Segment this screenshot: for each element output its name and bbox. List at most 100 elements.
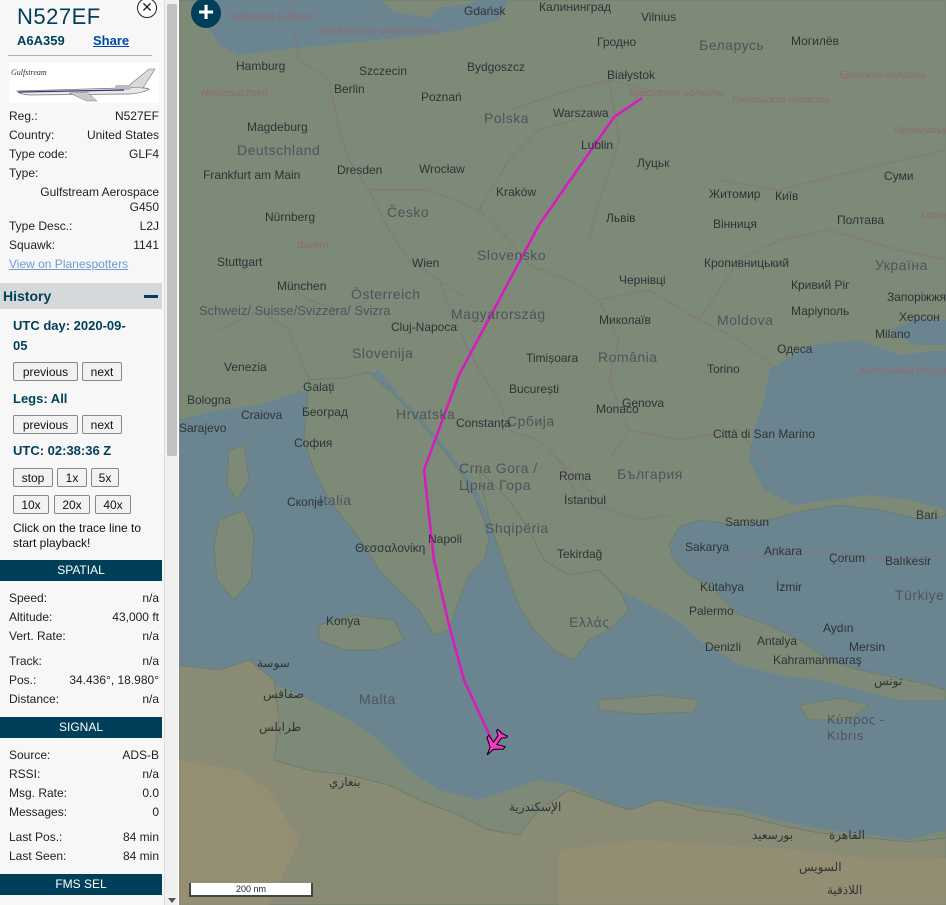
- utc-day-label-line1: UTC day: 2020-09-: [13, 318, 126, 333]
- city-label: София: [294, 436, 333, 450]
- map-view[interactable]: Gdańsk Калининград Vilnius Schleswig-Hol…: [179, 0, 946, 905]
- country-row: Country: United States: [9, 128, 159, 144]
- playback-20x-button[interactable]: 20x: [54, 495, 90, 514]
- aircraft-callsign: N527EF: [17, 4, 101, 29]
- utc-time-label: UTC: 02:38:36 Z: [13, 443, 112, 458]
- country-value: United States: [86, 128, 159, 142]
- city-label: Craiova: [241, 408, 283, 422]
- country-label: Türkiye: [895, 587, 945, 603]
- city-label: Stuttgart: [217, 255, 263, 269]
- last-pos-label: Last Pos.:: [9, 830, 63, 844]
- type-label: Type:: [9, 166, 39, 180]
- city-label: Полтава: [837, 213, 884, 227]
- playback-stop-button[interactable]: stop: [13, 468, 53, 487]
- city-label: Mersin: [849, 640, 886, 654]
- country-label: Србија: [507, 413, 555, 429]
- country-label: Country:: [9, 128, 55, 142]
- share-link[interactable]: Share: [93, 33, 129, 48]
- scroll-down-arrow-icon[interactable]: [168, 898, 176, 903]
- city-label: صفاقس: [263, 687, 304, 701]
- country-label: Polska: [484, 110, 530, 126]
- country-label: Česko: [387, 204, 430, 220]
- playback-1x-button[interactable]: 1x: [57, 468, 87, 487]
- position-value: 34.436°, 18.980°: [69, 673, 159, 687]
- region-label: Гомельская область: [732, 95, 830, 106]
- region-label: Автономна Республіка Крим: [859, 366, 946, 377]
- country-label: Österreich: [351, 286, 421, 302]
- altitude-row: Altitude: 43,000 ft: [9, 610, 159, 626]
- region-label: Харківська область: [919, 210, 946, 221]
- country-label: България: [617, 466, 683, 482]
- city-label: السويس: [799, 860, 842, 874]
- city-label: Bari: [916, 508, 938, 522]
- aircraft-photo[interactable]: Gulfstream: [9, 63, 159, 103]
- type-desc-value: L2J: [139, 219, 159, 233]
- history-header[interactable]: History: [0, 283, 162, 309]
- type-code-label: Type code:: [9, 147, 68, 161]
- sidebar-scrollbar[interactable]: [164, 0, 178, 905]
- city-label: Magdeburg: [247, 120, 308, 134]
- type-desc-label: Type Desc.:: [9, 219, 73, 233]
- track-row: Track: n/a: [9, 654, 159, 670]
- city-label: Milano: [875, 327, 911, 341]
- city-label: Скопје: [287, 495, 324, 509]
- region-label: Брянская область: [839, 70, 926, 81]
- playback-5x-button[interactable]: 5x: [91, 468, 119, 487]
- track-label: Track:: [9, 654, 42, 668]
- city-label: İstanbul: [564, 493, 607, 507]
- city-label: Sarajevo: [179, 421, 227, 435]
- city-label: Timișoara: [526, 351, 579, 365]
- playback-10x-button[interactable]: 10x: [13, 495, 49, 514]
- city-label: Balıkesir: [885, 554, 932, 568]
- city-label: Berlin: [334, 82, 365, 96]
- city-label: Palermo: [689, 604, 734, 618]
- type-code-value: GLF4: [128, 147, 159, 161]
- city-label: Луцьк: [637, 156, 670, 170]
- city-label: Constanța: [456, 416, 511, 430]
- city-label: Θεσσαλονίκη: [355, 541, 426, 555]
- region-label: Брестская область: [629, 88, 724, 99]
- city-label: Venezia: [224, 360, 267, 374]
- city-label: Калининград: [539, 0, 612, 14]
- city-label: Cluj-Napoca: [391, 320, 458, 334]
- city-label: Kütahya: [700, 580, 745, 594]
- sidebar-content: N527EF ✕ A6A359 Share Gulfstream Reg.: N…: [0, 0, 162, 905]
- scrollbar-thumb[interactable]: [167, 4, 177, 456]
- rssi-value: n/a: [142, 767, 159, 781]
- day-previous-button[interactable]: previous: [13, 362, 78, 381]
- type-full-line2: G450: [129, 200, 159, 214]
- last-pos-value: 84 min: [122, 830, 159, 844]
- city-label: Београд: [302, 405, 348, 419]
- squawk-row: Squawk: 1141: [9, 238, 159, 254]
- country-label: Moldova: [717, 312, 774, 328]
- day-next-button[interactable]: next: [82, 362, 122, 381]
- planespotters-link[interactable]: View on Planespotters: [9, 257, 128, 271]
- city-label: Ankara: [764, 544, 803, 558]
- city-label: Konya: [326, 614, 361, 628]
- speed-row: Speed: n/a: [9, 591, 159, 607]
- country-label: Malta: [359, 691, 396, 707]
- city-label: Szczecin: [359, 64, 408, 78]
- city-label: Białystok: [607, 68, 656, 82]
- region-label: Schleswig-Holstein: [229, 12, 314, 23]
- close-button[interactable]: ✕: [137, 0, 157, 18]
- country-label: România: [598, 349, 658, 365]
- distance-label: Distance:: [9, 692, 60, 706]
- playback-40x-button[interactable]: 40x: [95, 495, 131, 514]
- last-seen-row: Last Seen: 84 min: [9, 849, 159, 865]
- position-row: Pos.: 34.436°, 18.980°: [9, 673, 159, 689]
- city-label: بنغازي: [329, 775, 361, 789]
- city-label: Миколаїв: [599, 313, 651, 327]
- city-label: Kahramanmaraş: [773, 653, 862, 667]
- utc-day-label-line2: 05: [13, 338, 28, 353]
- city-label: Warszawa: [553, 106, 609, 120]
- city-label: Вінниця: [713, 217, 757, 231]
- leg-next-button[interactable]: next: [82, 415, 122, 434]
- info-sidebar: N527EF ✕ A6A359 Share Gulfstream Reg.: N…: [0, 0, 178, 905]
- city-label: İzmir: [776, 580, 802, 594]
- collapse-icon[interactable]: [144, 295, 158, 298]
- leg-previous-button[interactable]: previous: [13, 415, 78, 434]
- city-label: Суми: [884, 169, 914, 183]
- country-label: Україна: [875, 257, 928, 273]
- messages-value: 0: [152, 805, 159, 819]
